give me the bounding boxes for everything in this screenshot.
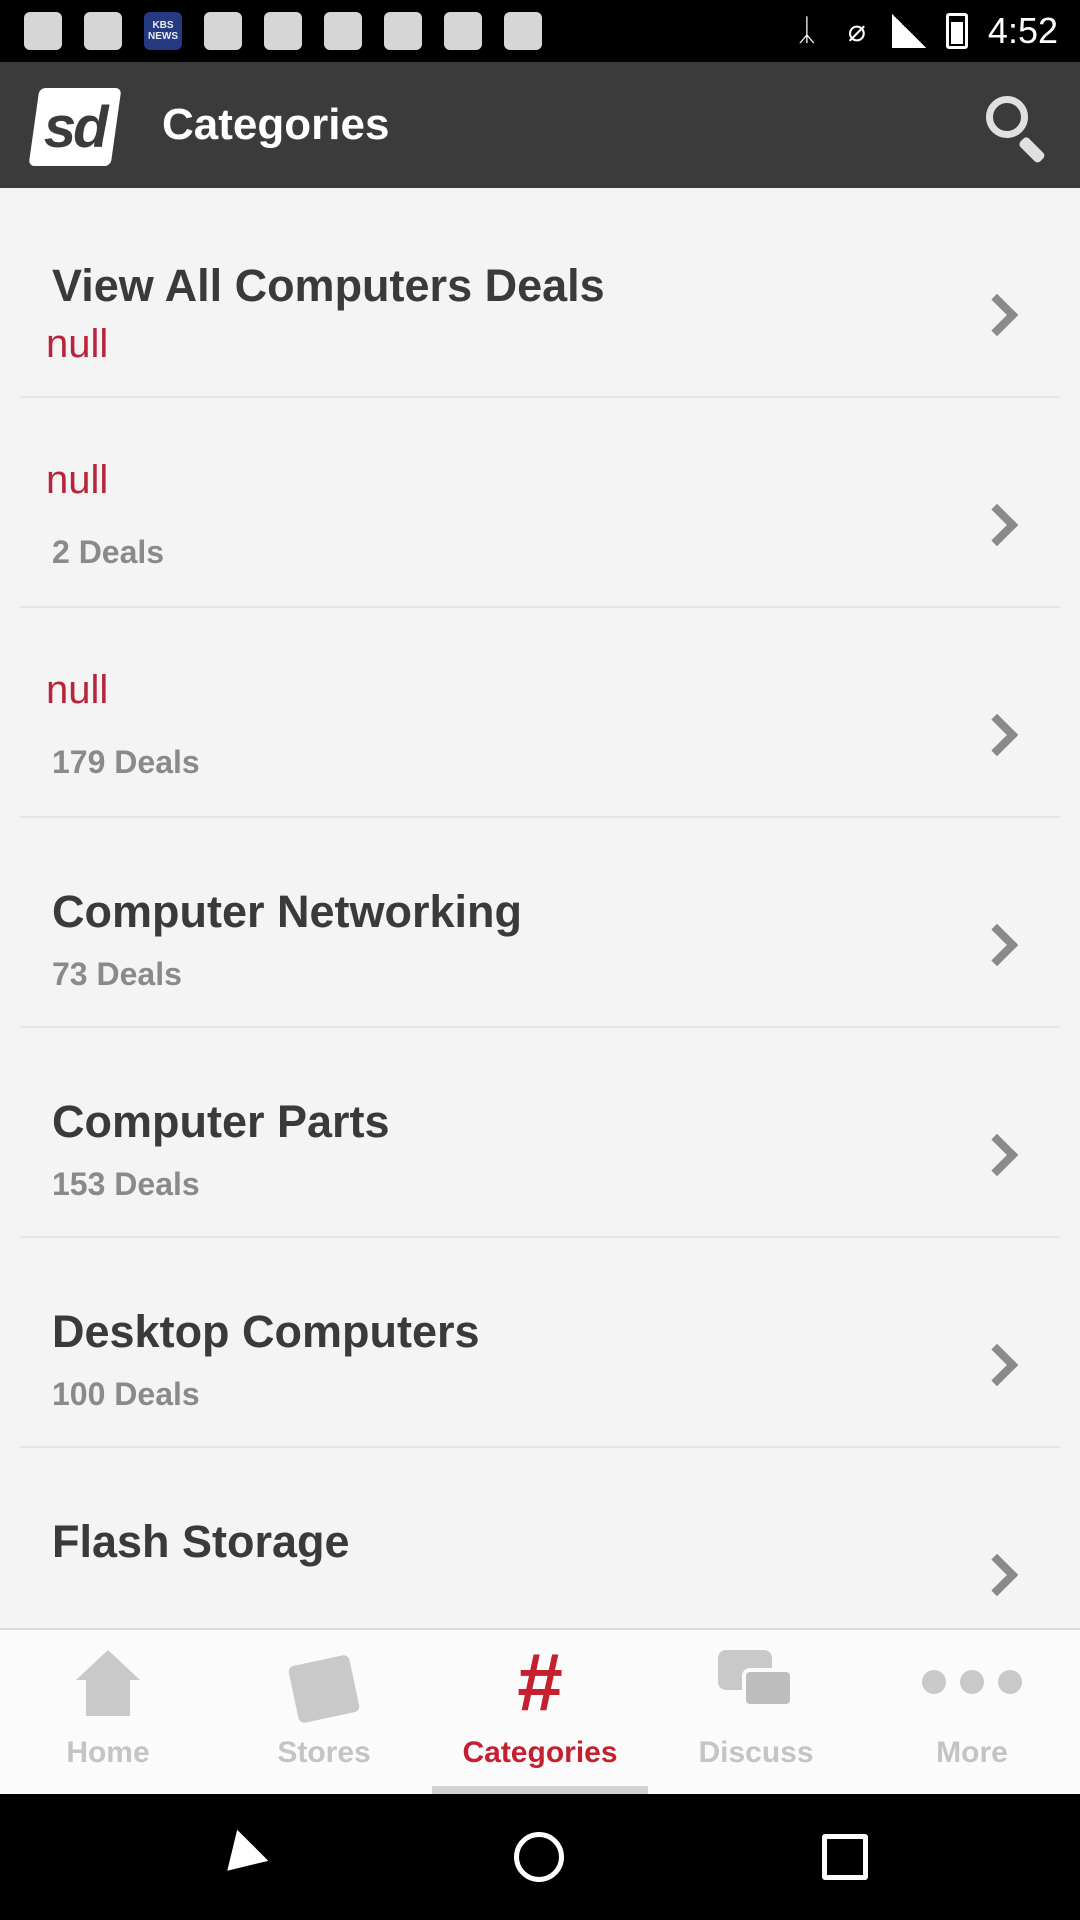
tab-label: Discuss	[698, 1736, 814, 1769]
category-deal-count: 100 Deals	[52, 1376, 200, 1412]
category-title: Computer Parts	[52, 1096, 390, 1147]
category-title: View All Computers Deals	[52, 260, 605, 311]
category-deal-count: 73 Deals	[52, 956, 182, 992]
message-icon	[204, 12, 242, 50]
status-left-icons: KBS NEWS	[24, 12, 542, 50]
app-bar: sd Categories	[0, 62, 1080, 188]
category-title: Flash Storage	[52, 1516, 350, 1567]
bottom-nav: Home Stores # Categories Discuss More	[0, 1628, 1080, 1796]
proxy-icon	[324, 12, 362, 50]
category-null-text: null	[46, 458, 109, 502]
more-icon	[922, 1670, 1022, 1694]
hash-icon: #	[517, 1637, 563, 1728]
category-row-computer-networking[interactable]: Computer Networking 73 Deals	[20, 818, 1060, 1028]
tab-label: Home	[66, 1736, 150, 1769]
category-row-computer-parts[interactable]: Computer Parts 153 Deals	[20, 1028, 1060, 1238]
tag-icon	[287, 1654, 361, 1724]
chevron-right-icon	[975, 923, 1019, 967]
tab-home[interactable]: Home	[0, 1630, 216, 1796]
tab-label: More	[936, 1736, 1008, 1769]
app-logo[interactable]: sd	[28, 88, 122, 166]
battery-icon	[945, 13, 968, 49]
tab-label: Stores	[277, 1736, 371, 1769]
recent-apps-icon[interactable]	[822, 1834, 868, 1880]
category-row-flash-storage[interactable]: Flash Storage	[20, 1448, 1060, 1628]
status-right-icons: ᛣ ⌀ 4:52	[792, 10, 1058, 52]
category-deal-count: 2 Deals	[52, 534, 165, 570]
search-button[interactable]	[978, 90, 1050, 165]
notification-icon	[24, 12, 62, 50]
satellite-icon	[384, 12, 422, 50]
chevron-right-icon	[975, 293, 1019, 337]
chevron-right-icon	[975, 503, 1019, 547]
chevron-right-icon	[975, 713, 1019, 757]
category-title: Desktop Computers	[52, 1306, 480, 1357]
category-null-text: null	[46, 322, 109, 366]
category-row-null-2[interactable]: null 179 Deals	[20, 608, 1060, 818]
home-icon	[76, 1650, 140, 1720]
chat-icon	[718, 1650, 794, 1712]
chevron-right-icon	[975, 1553, 1019, 1597]
signal-icon	[891, 14, 926, 48]
status-bar: KBS NEWS ᛣ ⌀ 4:52	[0, 0, 1080, 62]
screen: KBS NEWS ᛣ ⌀ 4:52 sd Categories View All…	[0, 0, 1080, 1920]
category-row-null-1[interactable]: null 2 Deals	[20, 398, 1060, 608]
kbs-news-icon: KBS NEWS	[144, 12, 182, 50]
home-circle-icon[interactable]	[514, 1832, 564, 1882]
tab-label: Categories	[462, 1736, 618, 1769]
tab-more[interactable]: More	[864, 1630, 1080, 1796]
page-title: Categories	[162, 100, 390, 149]
system-nav-bar	[0, 1794, 1080, 1920]
category-deal-count: 179 Deals	[52, 744, 200, 780]
flipboard-icon	[264, 12, 302, 50]
lock-icon	[444, 12, 482, 50]
bluetooth-icon: ᛣ	[797, 14, 816, 47]
logo-text: sd	[44, 94, 106, 160]
category-deal-count: 153 Deals	[52, 1166, 200, 1202]
tab-discuss[interactable]: Discuss	[648, 1630, 864, 1796]
category-list[interactable]: View All Computers Deals null null 2 Dea…	[0, 188, 1080, 1628]
tab-categories[interactable]: # Categories	[432, 1630, 648, 1796]
game-icon	[504, 12, 542, 50]
mute-icon: ⌀	[847, 14, 866, 48]
chevron-right-icon	[975, 1343, 1019, 1387]
category-row-desktop-computers[interactable]: Desktop Computers 100 Deals	[20, 1238, 1060, 1448]
category-row-view-all[interactable]: View All Computers Deals null	[20, 188, 1060, 398]
category-null-text: null	[46, 668, 109, 712]
back-icon[interactable]	[211, 1829, 269, 1887]
flipboard-icon	[84, 12, 122, 50]
status-time: 4:52	[987, 10, 1058, 51]
chevron-right-icon	[975, 1133, 1019, 1177]
tab-stores[interactable]: Stores	[216, 1630, 432, 1796]
category-title: Computer Networking	[52, 886, 523, 937]
